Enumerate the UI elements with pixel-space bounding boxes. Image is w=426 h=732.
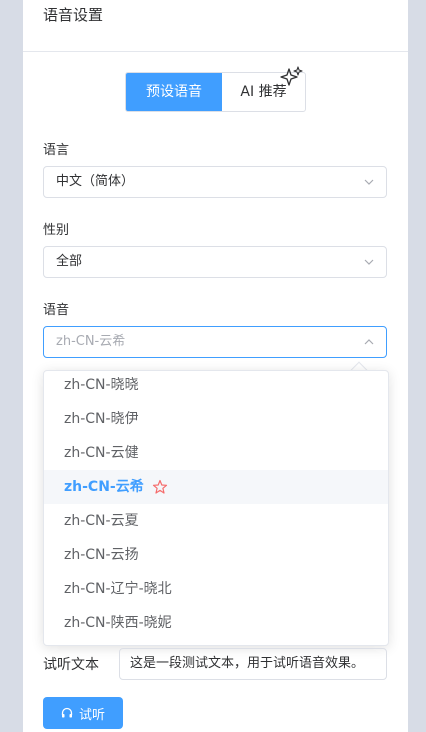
voice-option[interactable]: zh-CN-云夏 <box>44 504 388 538</box>
language-value: 中文（简体） <box>56 174 135 189</box>
voice-dropdown: zh-CN-晓晓 zh-CN-晓伊 zh-CN-云健 zh-CN-云希 zh-C… <box>43 370 389 646</box>
sample-text-label: 试听文本 <box>43 657 99 673</box>
language-select[interactable]: 中文（简体） <box>43 166 387 198</box>
gender-value: 全部 <box>56 254 83 269</box>
voice-option[interactable]: zh-CN-辽宁-晓北 <box>44 572 388 606</box>
voice-source-tabs: 预设语音 AI 推荐 <box>125 66 306 112</box>
gender-select[interactable]: 全部 <box>43 246 387 278</box>
voice-option[interactable]: zh-CN-晓伊 <box>44 402 388 436</box>
tab-ai-recommend[interactable]: AI 推荐 <box>222 66 305 111</box>
chevron-down-icon <box>364 259 374 265</box>
play-sample-button[interactable]: 试听 <box>43 697 123 729</box>
star-icon <box>152 479 168 494</box>
voice-value: zh-CN-云希 <box>56 334 126 349</box>
play-label: 试听 <box>78 707 105 723</box>
voice-option[interactable]: zh-CN-晓晓 <box>44 368 388 402</box>
chevron-down-icon <box>364 179 374 185</box>
voice-option[interactable]: zh-CN-云健 <box>44 436 388 470</box>
voice-option-label: zh-CN-云希 <box>64 479 144 495</box>
sparkle-icon <box>280 66 303 86</box>
voice-label: 语音 <box>43 303 70 318</box>
voice-option[interactable]: zh-CN-云扬 <box>44 538 388 572</box>
chevron-up-icon <box>364 339 374 345</box>
language-label: 语言 <box>43 143 70 158</box>
voice-settings-panel: 语音设置 预设语音 AI 推荐 语言 中文（简体） 性别 全部 语音 zh-CN… <box>23 0 408 732</box>
tab-preset-voice[interactable]: 预设语音 <box>126 73 222 111</box>
voice-option-selected[interactable]: zh-CN-云希 <box>44 470 388 504</box>
voice-option[interactable]: zh-CN-陕西-晓妮 <box>44 606 388 640</box>
gender-label: 性别 <box>43 223 70 238</box>
panel-header: 语音设置 <box>23 0 408 52</box>
voice-select[interactable]: zh-CN-云希 <box>43 326 387 358</box>
headset-icon <box>61 707 73 718</box>
sample-text-input[interactable]: 这是一段测试文本，用于试听语音效果。 <box>119 648 387 680</box>
panel-title: 语音设置 <box>43 6 104 24</box>
